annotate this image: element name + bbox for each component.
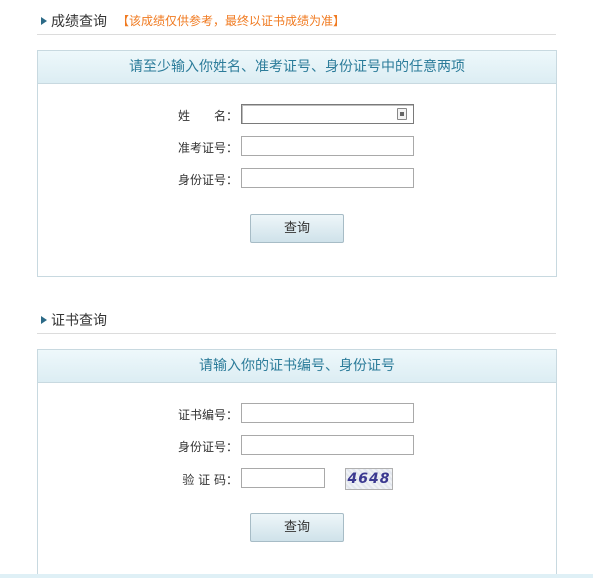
bottom-divider — [0, 574, 593, 578]
score-query-button[interactable]: 查询 — [250, 214, 344, 243]
id-number-label: 身份证号： — [178, 173, 239, 187]
cert-number-row: 证书编号： — [38, 403, 556, 425]
exam-number-input[interactable] — [241, 136, 414, 156]
contact-card-icon — [397, 108, 407, 120]
captcha-label: 验 证 码： — [182, 473, 238, 487]
captcha-input[interactable] — [241, 468, 325, 488]
cert-section-header: 证书查询 — [37, 309, 556, 334]
score-section-header: 成绩查询 【该成绩仅供参考，最终以证书成绩为准】 — [37, 10, 556, 35]
triangle-right-icon — [41, 17, 47, 25]
exam-number-label: 准考证号： — [178, 141, 239, 155]
captcha-row: 验 证 码： 4648 — [38, 468, 556, 490]
cert-query-button[interactable]: 查询 — [250, 513, 344, 542]
name-input[interactable] — [241, 104, 414, 124]
triangle-right-icon — [41, 316, 47, 324]
id-number-input[interactable] — [241, 168, 414, 188]
name-label: 姓 名： — [178, 109, 239, 123]
exam-number-row: 准考证号： — [38, 136, 556, 158]
score-query-panel: 请至少输入你姓名、准考证号、身份证号中的任意两项 姓 名： 准考证号： 身份证号… — [37, 50, 557, 277]
cert-number-label: 证书编号： — [178, 408, 239, 422]
cert-panel-header: 请输入你的证书编号、身份证号 — [38, 350, 556, 383]
cert-number-input[interactable] — [241, 403, 414, 423]
score-panel-header: 请至少输入你姓名、准考证号、身份证号中的任意两项 — [38, 51, 556, 84]
score-section-title: 成绩查询 — [51, 14, 107, 30]
id-number-row: 身份证号： — [38, 168, 556, 190]
cert-query-panel: 请输入你的证书编号、身份证号 证书编号： 身份证号： 验 证 码： 4648 查… — [37, 349, 557, 577]
score-section-note: 【该成绩仅供参考，最终以证书成绩为准】 — [117, 14, 346, 28]
cert-id-number-input[interactable] — [241, 435, 414, 455]
cert-id-number-label: 身份证号： — [178, 440, 239, 454]
cert-id-number-row: 身份证号： — [38, 435, 556, 457]
cert-section-title: 证书查询 — [51, 313, 107, 329]
name-row: 姓 名： — [38, 104, 556, 126]
captcha-image[interactable]: 4648 — [345, 468, 393, 490]
query-page: 成绩查询 【该成绩仅供参考，最终以证书成绩为准】 请至少输入你姓名、准考证号、身… — [0, 0, 593, 578]
